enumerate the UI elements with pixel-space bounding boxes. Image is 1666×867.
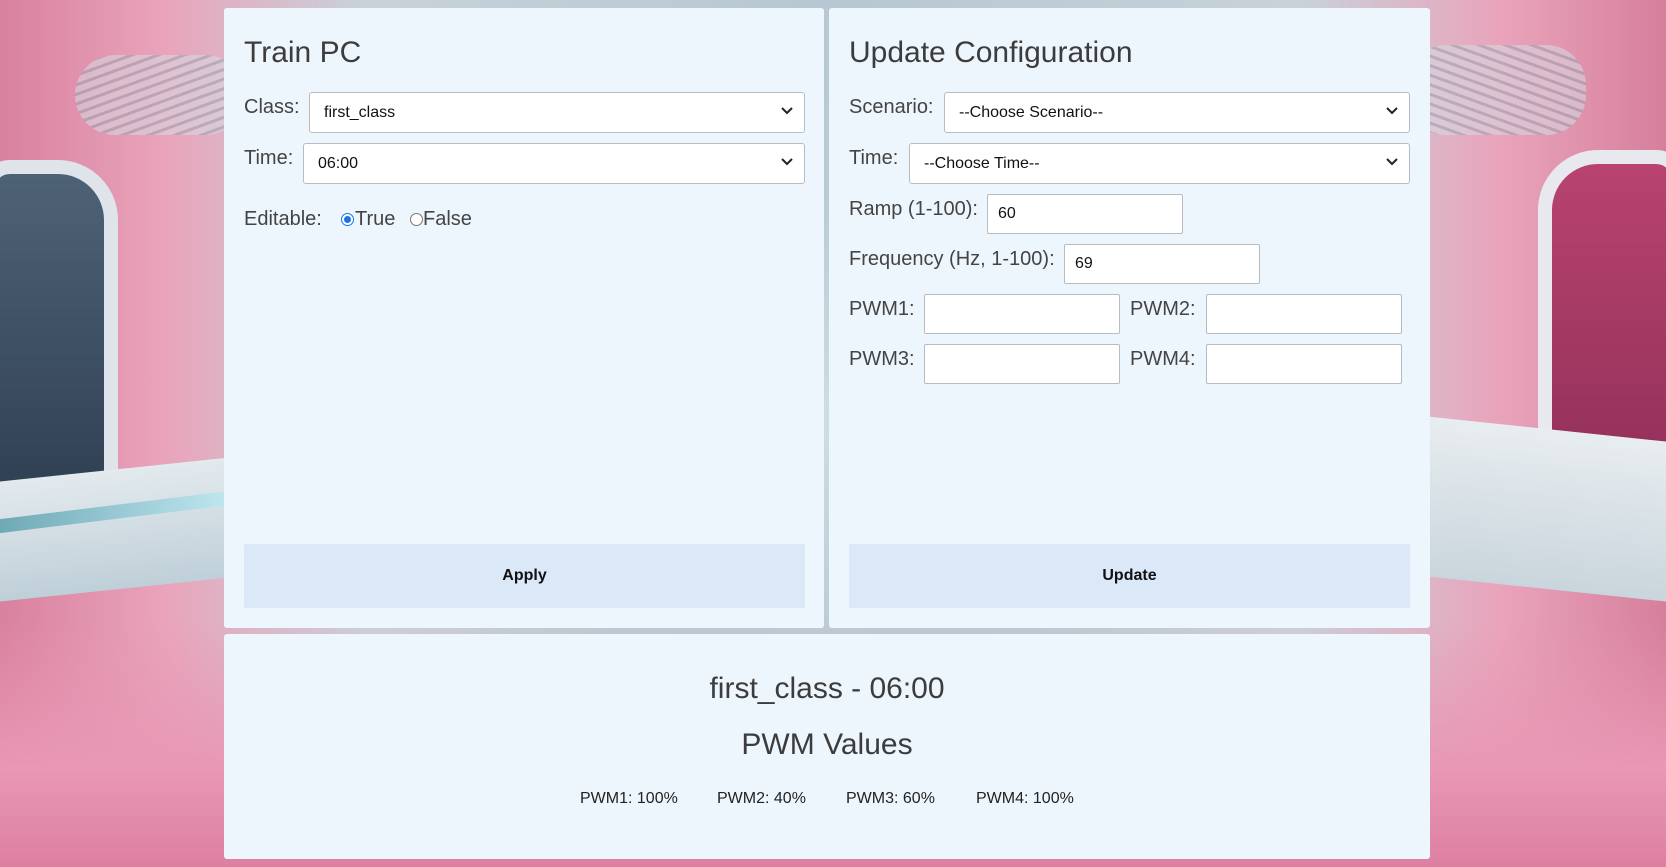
config-time-label: Time: [849, 147, 899, 169]
editable-true-radio[interactable] [341, 213, 354, 226]
chevron-down-icon [1385, 144, 1399, 183]
background-vent-right [1406, 45, 1586, 135]
frequency-input[interactable]: 69 [1064, 244, 1260, 284]
time-select-value: 06:00 [318, 155, 359, 172]
pwm3-input[interactable] [924, 344, 1120, 384]
config-time-select[interactable]: --Choose Time-- [909, 143, 1410, 184]
class-label: Class: [244, 96, 300, 118]
editable-true-label[interactable]: True [355, 208, 395, 231]
pwm-values-heading: PWM Values [741, 728, 913, 761]
background-vent-left [75, 55, 245, 135]
class-select-value: first_class [324, 104, 396, 121]
time-label: Time: [244, 147, 294, 169]
background-seat-left [0, 454, 260, 606]
class-select[interactable]: first_class [309, 92, 805, 133]
time-select[interactable]: 06:00 [303, 143, 805, 184]
train-pc-panel: Train PC Class: first_class Time: 06:00 … [224, 8, 824, 628]
editable-label: Editable: [244, 208, 322, 230]
pwm4-input[interactable] [1206, 344, 1402, 384]
editable-false-label[interactable]: False [423, 208, 472, 231]
pwm1-value: PWM1: 100% [580, 790, 678, 807]
frequency-label: Frequency (Hz, 1-100): [849, 248, 1055, 270]
background-window-left [0, 160, 118, 518]
scenario-label: Scenario: [849, 96, 934, 118]
pwm2-input[interactable] [1206, 294, 1402, 334]
chevron-down-icon [780, 144, 794, 183]
config-time-select-value: --Choose Time-- [924, 155, 1040, 172]
summary-heading: first_class - 06:00 [709, 672, 945, 705]
pwm4-label: PWM4: [1130, 348, 1196, 370]
update-configuration-panel: Update Configuration Scenario: --Choose … [829, 8, 1430, 628]
summary-panel: first_class - 06:00 PWM Values PWM1: 100… [224, 634, 1430, 859]
apply-button[interactable]: Apply [244, 544, 805, 608]
editable-false-radio[interactable] [410, 213, 423, 226]
update-button[interactable]: Update [849, 544, 1410, 608]
pwm2-value: PWM2: 40% [717, 790, 806, 807]
scenario-select-value: --Choose Scenario-- [959, 104, 1104, 121]
pwm3-label: PWM3: [849, 348, 915, 370]
ramp-input[interactable]: 60 [987, 194, 1183, 234]
pwm3-value: PWM3: 60% [846, 790, 935, 807]
pwm4-value: PWM4: 100% [976, 790, 1074, 807]
chevron-down-icon [1385, 93, 1399, 132]
pwm1-label: PWM1: [849, 298, 915, 320]
train-pc-title: Train PC [244, 36, 362, 69]
scenario-select[interactable]: --Choose Scenario-- [944, 92, 1410, 133]
ramp-label: Ramp (1-100): [849, 198, 978, 220]
chevron-down-icon [780, 93, 794, 132]
pwm1-input[interactable] [924, 294, 1120, 334]
pwm2-label: PWM2: [1130, 298, 1196, 320]
update-configuration-title: Update Configuration [849, 36, 1133, 69]
background-seat-right [1406, 414, 1666, 606]
